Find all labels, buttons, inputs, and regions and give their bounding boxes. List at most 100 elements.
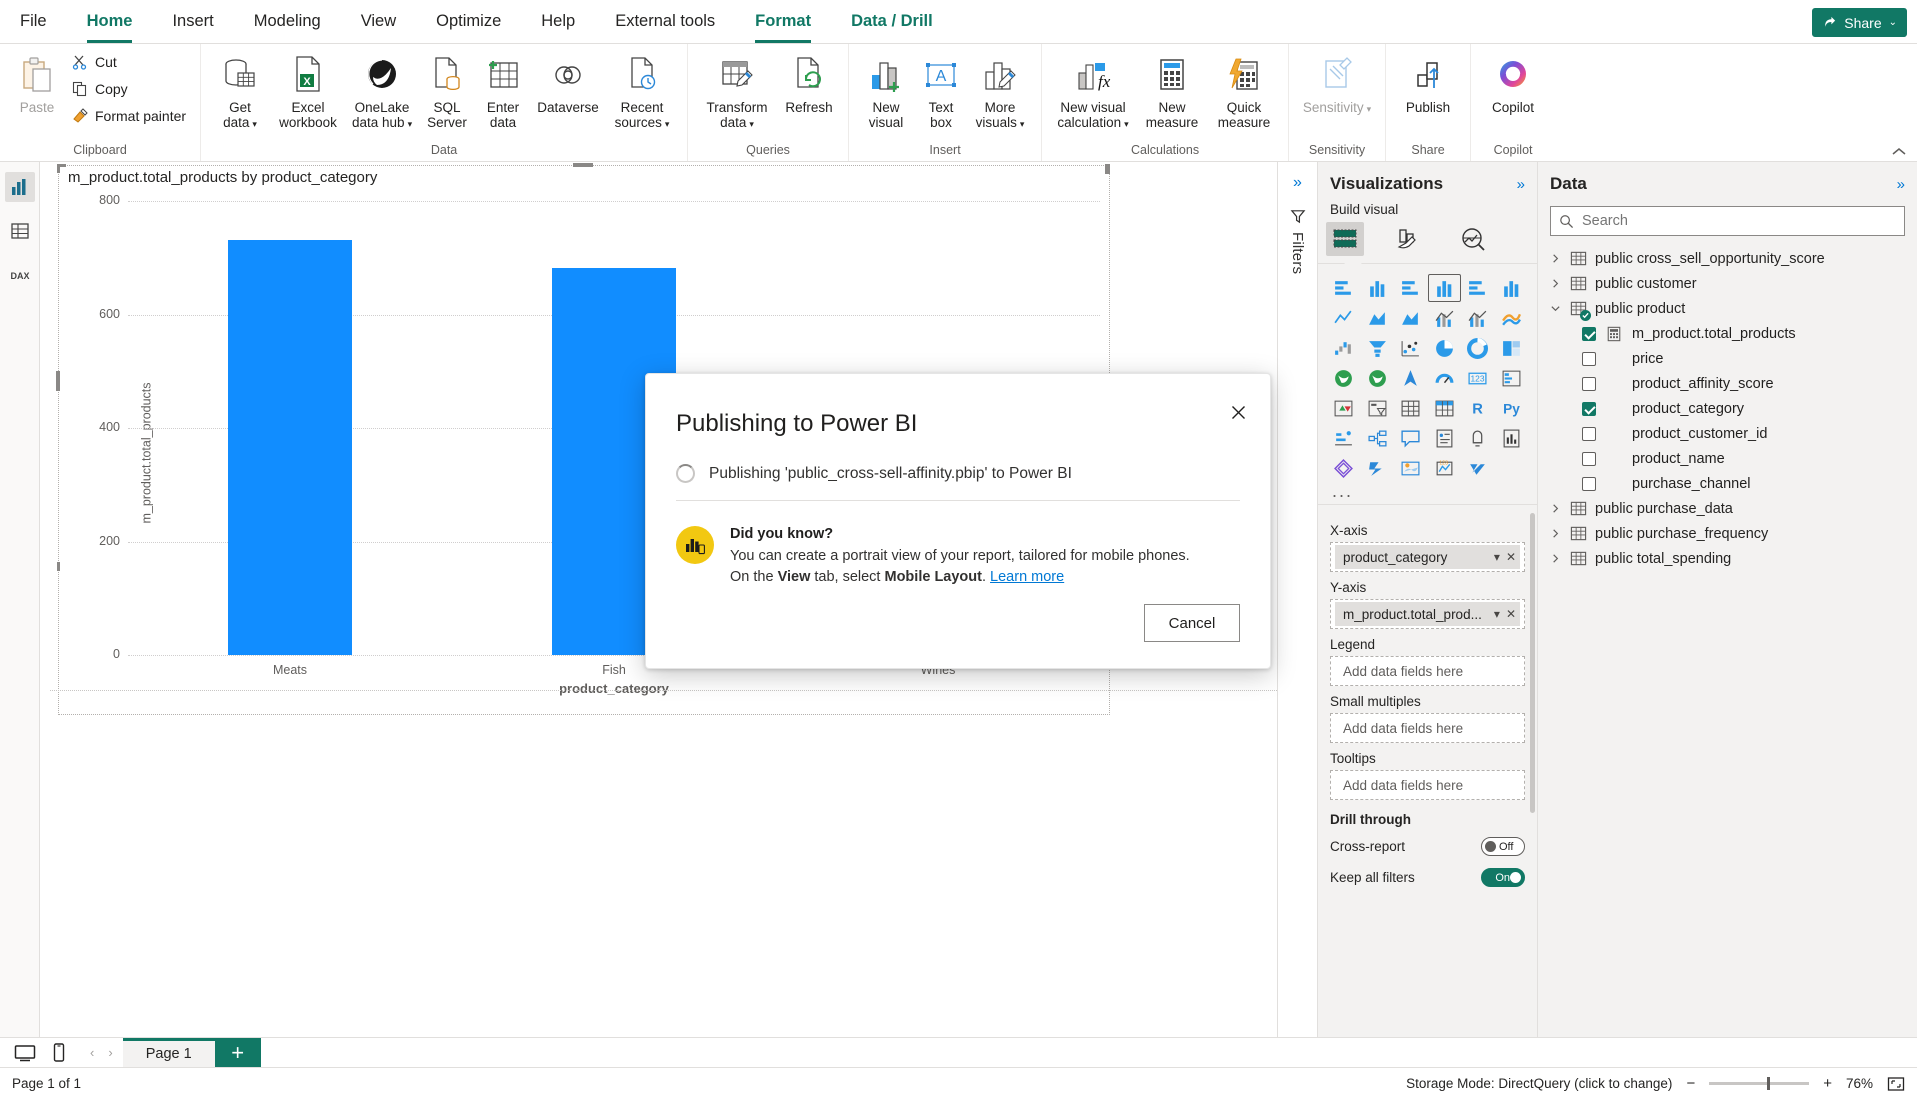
cross-report-toggle[interactable]: Off: [1481, 837, 1525, 856]
well-dropzone-x-axis[interactable]: product_category ▾ ✕: [1330, 542, 1525, 572]
visual-type-line-chart[interactable]: [1327, 304, 1361, 332]
visual-type-waterfall-chart[interactable]: [1327, 334, 1361, 362]
visual-type-area-chart[interactable]: [1361, 304, 1395, 332]
page-tab-page-1[interactable]: Page 1: [122, 1038, 215, 1067]
page-prev-button[interactable]: ‹: [90, 1045, 94, 1060]
field-checkbox[interactable]: [1582, 351, 1596, 366]
visual-type-line-clustered-column-chart[interactable]: [1461, 304, 1495, 332]
visual-type-100-stacked-column-chart[interactable]: [1495, 274, 1529, 302]
page-next-button[interactable]: ›: [108, 1045, 112, 1060]
visual-type-python-visual[interactable]: Py: [1495, 394, 1529, 422]
filters-pane-collapsed[interactable]: » Filters: [1277, 162, 1317, 1037]
visual-type-scatter-chart[interactable]: [1394, 334, 1428, 362]
desktop-view-icon[interactable]: [14, 1044, 36, 1062]
cancel-button[interactable]: Cancel: [1144, 604, 1240, 642]
data-table-node[interactable]: public product: [1544, 296, 1911, 321]
chevron-right-icon[interactable]: [1550, 503, 1562, 514]
collapse-visualizations-icon[interactable]: »: [1517, 176, 1525, 193]
quick-measure-button[interactable]: Quick measure: [1208, 48, 1280, 134]
more-visuals-button[interactable]: More visuals ▾: [967, 48, 1033, 136]
data-table-node[interactable]: public purchase_frequency: [1544, 521, 1911, 546]
visual-type-metrics[interactable]: [1461, 424, 1495, 452]
visual-type-q-and-a[interactable]: [1394, 424, 1428, 452]
sql-server-button[interactable]: SQL Server: [419, 48, 475, 134]
search-input[interactable]: [1582, 213, 1896, 229]
chevron-down-icon[interactable]: [1550, 303, 1562, 314]
ribbon-tab-help[interactable]: Help: [521, 0, 595, 43]
data-table-node[interactable]: public cross_sell_opportunity_score: [1544, 246, 1911, 271]
field-checkbox[interactable]: [1582, 451, 1596, 466]
visual-type-multi-row-card[interactable]: [1495, 364, 1529, 392]
visual-type-100-stacked-bar-chart[interactable]: [1461, 274, 1495, 302]
chevron-down-icon[interactable]: ▾: [1124, 119, 1129, 129]
visual-type-stacked-bar-chart[interactable]: [1327, 274, 1361, 302]
chevron-down-icon[interactable]: ▾: [408, 119, 413, 129]
remove-field-icon[interactable]: ✕: [1506, 607, 1516, 621]
visual-type-azure-map[interactable]: [1394, 364, 1428, 392]
data-search-box[interactable]: [1550, 206, 1905, 236]
transform-data-button[interactable]: Transform data ▾: [696, 48, 778, 136]
dataverse-button[interactable]: Dataverse: [531, 48, 605, 119]
mobile-view-icon[interactable]: [52, 1043, 66, 1062]
chevron-down-icon[interactable]: ▾: [1494, 550, 1500, 564]
resize-grip-top-left-v[interactable]: [57, 164, 60, 173]
zoom-in-button[interactable]: +: [1823, 1075, 1832, 1092]
resize-grip-right-top[interactable]: [1105, 164, 1110, 174]
ribbon-tab-home[interactable]: Home: [67, 0, 153, 43]
copilot-button[interactable]: Copilot: [1479, 48, 1547, 119]
well-dropzone-small-multiples[interactable]: Add data fields here: [1330, 713, 1525, 743]
ribbon-tab-optimize[interactable]: Optimize: [416, 0, 521, 43]
well-dropzone-legend[interactable]: Add data fields here: [1330, 656, 1525, 686]
visual-type-table-chart[interactable]: [1394, 394, 1428, 422]
visual-type-power-automate[interactable]: [1361, 454, 1395, 482]
visual-type-paginated-report[interactable]: [1495, 424, 1529, 452]
close-icon[interactable]: [1222, 396, 1254, 428]
visual-type-pie-chart[interactable]: [1428, 334, 1462, 362]
field-checkbox[interactable]: [1582, 376, 1596, 391]
data-field-row[interactable]: price: [1544, 346, 1911, 371]
remove-field-icon[interactable]: ✕: [1506, 550, 1516, 564]
data-field-row[interactable]: product_affinity_score: [1544, 371, 1911, 396]
chevron-down-icon[interactable]: ▾: [252, 119, 257, 129]
ribbon-tab-insert[interactable]: Insert: [152, 0, 233, 43]
ribbon-tab-view[interactable]: View: [341, 0, 416, 43]
data-table-node[interactable]: public total_spending: [1544, 546, 1911, 571]
well-dropzone-y-axis[interactable]: m_product.total_prod... ▾ ✕: [1330, 599, 1525, 629]
chevron-down-icon[interactable]: ▾: [749, 119, 754, 129]
field-chip[interactable]: product_category ▾ ✕: [1335, 545, 1520, 569]
enter-data-button[interactable]: Enter data: [475, 48, 531, 134]
visual-type-power-apps[interactable]: [1327, 454, 1361, 482]
publish-button[interactable]: Publish: [1394, 48, 1462, 119]
data-table-node[interactable]: public customer: [1544, 271, 1911, 296]
data-table-node[interactable]: public purchase_data: [1544, 496, 1911, 521]
visual-type-arcgis-maps[interactable]: [1394, 454, 1428, 482]
data-field-row[interactable]: m_product.total_products: [1544, 321, 1911, 346]
chart-bar[interactable]: [228, 240, 352, 655]
visual-type-key-influencers[interactable]: [1327, 424, 1361, 452]
share-button[interactable]: Share ⌄: [1812, 8, 1907, 37]
add-page-button[interactable]: +: [214, 1038, 261, 1067]
sidebar-item-report-view[interactable]: [4, 172, 35, 202]
new-visual-calculation-button[interactable]: fx New visual calculation ▾: [1050, 48, 1136, 136]
text-box-button[interactable]: A Text box: [915, 48, 967, 134]
refresh-button[interactable]: Refresh: [778, 48, 840, 119]
field-chip[interactable]: m_product.total_prod... ▾ ✕: [1335, 602, 1520, 626]
keep-all-filters-toggle[interactable]: On: [1481, 868, 1525, 887]
visual-type-r-script-visual[interactable]: R: [1461, 394, 1495, 422]
well-dropzone-tooltips[interactable]: Add data fields here: [1330, 770, 1525, 800]
sidebar-item-dax-query-view[interactable]: DAX: [5, 260, 35, 290]
data-field-row[interactable]: purchase_channel: [1544, 471, 1911, 496]
more-visual-types-button[interactable]: ...: [1318, 482, 1537, 504]
get-data-button[interactable]: Get data ▾: [209, 48, 271, 136]
visual-type-stacked-column-chart[interactable]: [1361, 274, 1395, 302]
copy-button[interactable]: Copy: [66, 75, 192, 102]
tab-analytics[interactable]: [1454, 222, 1492, 256]
chevron-right-icon[interactable]: [1550, 553, 1562, 564]
data-field-row[interactable]: product_category: [1544, 396, 1911, 421]
chevron-down-icon[interactable]: ⌄: [1889, 17, 1897, 28]
fit-to-page-icon[interactable]: [1887, 1076, 1905, 1092]
cut-button[interactable]: Cut: [66, 48, 192, 75]
visual-type-clustered-column-chart[interactable]: [1427, 274, 1461, 302]
paste-button[interactable]: Paste: [8, 48, 66, 119]
field-checkbox[interactable]: [1582, 401, 1596, 416]
